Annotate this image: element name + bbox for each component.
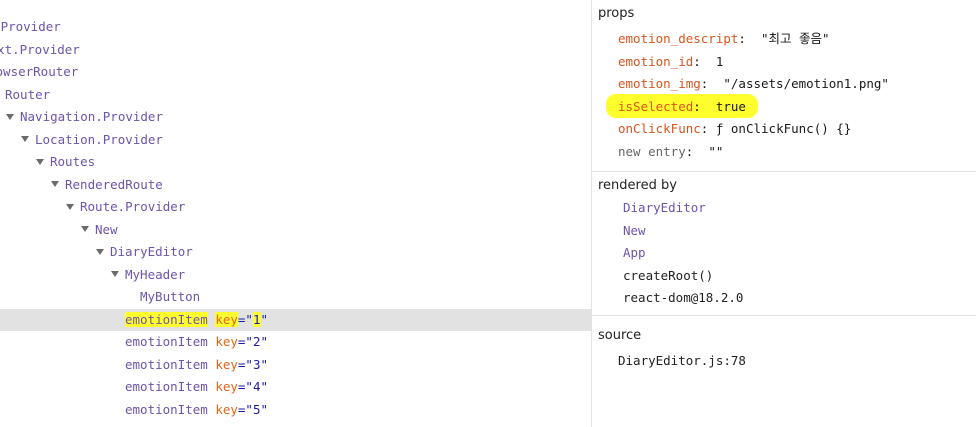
- component-name: emotionItem: [125, 334, 208, 349]
- tree-row[interactable]: DiaryEditor: [0, 241, 591, 264]
- expand-caret-icon[interactable]: [81, 226, 89, 232]
- tree-row[interactable]: emotionItem key="2": [0, 331, 591, 354]
- rendered-by-link[interactable]: DiaryEditor: [623, 197, 706, 220]
- new-entry-name: new entry: [618, 143, 686, 159]
- key-value: 3: [252, 356, 261, 372]
- component-name: RenderedRoute: [65, 176, 163, 192]
- prop-is-selected[interactable]: isSelected: true: [618, 96, 746, 119]
- prop-value[interactable]: true: [716, 99, 746, 114]
- key-value: 1: [252, 311, 261, 327]
- component-name: New: [95, 221, 118, 237]
- rendered-by-text: react-dom@18.2.0: [623, 290, 744, 305]
- tree-row[interactable]: Router: [0, 84, 591, 107]
- component-name: emotionItem: [125, 311, 208, 327]
- component-name: MyButton: [140, 289, 201, 304]
- rendered-by-link[interactable]: App: [623, 242, 646, 265]
- expand-caret-icon[interactable]: [96, 248, 104, 255]
- expand-caret-icon[interactable]: [111, 271, 119, 277]
- inspector-pane: props emotion_descript: "최고 좋음" emotion_…: [592, 0, 976, 427]
- expand-caret-icon[interactable]: [21, 136, 29, 142]
- prop-name: onClickFunc: [618, 121, 701, 136]
- rendered-by-link[interactable]: New: [623, 220, 646, 243]
- tree-row[interactable]: RenderedRoute: [0, 174, 591, 197]
- tree-row[interactable]: rowserRouter: [0, 61, 591, 84]
- source-title: source: [598, 328, 642, 343]
- prop-value[interactable]: 1: [716, 54, 724, 69]
- tree-row[interactable]: Route.Provider: [0, 196, 591, 219]
- prop-value[interactable]: "/assets/emotion1.png": [723, 76, 889, 91]
- component-tree: xt.Provider text.Provider rowserRouter Rout…: [0, 0, 591, 427]
- new-entry-row[interactable]: new entry: "": [618, 141, 723, 164]
- key-label: key: [215, 311, 238, 327]
- tree-row[interactable]: MyButton: [0, 286, 591, 309]
- section-divider: [592, 315, 976, 316]
- tree-row[interactable]: emotionItem key="3": [0, 354, 591, 377]
- prop-name: emotion_descript: [618, 31, 739, 46]
- component-name: emotionItem: [125, 401, 208, 417]
- expand-caret-icon[interactable]: [66, 203, 74, 210]
- tree-row[interactable]: New: [0, 219, 591, 242]
- prop-name: emotion_id: [618, 53, 694, 69]
- tree-row[interactable]: Navigation.Provider: [0, 106, 591, 129]
- component-name: Routes: [50, 154, 96, 169]
- prop-emotion-img[interactable]: emotion_img: "/assets/emotion1.png": [618, 73, 889, 96]
- tree-row[interactable]: xt.Provider: [0, 16, 591, 39]
- tree-row[interactable]: emotionItem key="1": [0, 308, 591, 331]
- component-name: Router: [5, 86, 51, 102]
- prop-name: isSelected: [618, 98, 694, 114]
- tree-row[interactable]: emotionItem key="5": [0, 399, 591, 422]
- component-name: xt.Provider: [0, 19, 61, 34]
- tree-row[interactable]: Routes: [0, 151, 591, 174]
- key-label: key: [215, 334, 238, 349]
- tree-row[interactable]: text.Provider: [0, 39, 591, 62]
- prop-name: emotion_img: [618, 76, 701, 91]
- props-title: props: [598, 6, 635, 21]
- rendered-by-title: rendered by: [598, 178, 677, 193]
- key-label: key: [215, 356, 238, 372]
- key-value: 5: [252, 401, 261, 417]
- key-value: 4: [252, 379, 261, 394]
- tree-row[interactable]: Location.Provider: [0, 129, 591, 152]
- component-name: Navigation.Provider: [20, 109, 163, 124]
- expand-caret-icon[interactable]: [51, 181, 59, 187]
- expand-caret-icon[interactable]: [36, 158, 44, 165]
- prop-emotion-descript[interactable]: emotion_descript: "최고 좋음": [618, 28, 830, 51]
- prop-value[interactable]: ƒ onClickFunc() {}: [716, 121, 851, 136]
- new-entry-value[interactable]: "": [708, 144, 723, 159]
- key-label: key: [215, 379, 238, 394]
- prop-emotion-id[interactable]: emotion_id: 1: [618, 51, 723, 74]
- component-name: rowserRouter: [0, 64, 79, 79]
- prop-value[interactable]: "최고 좋음": [761, 31, 830, 46]
- key-label: key: [215, 401, 238, 417]
- source-file[interactable]: DiaryEditor.js:78: [618, 350, 746, 373]
- tree-row[interactable]: MyHeader: [0, 264, 591, 287]
- component-name: MyHeader: [125, 266, 186, 282]
- component-name: text.Provider: [0, 41, 80, 57]
- section-divider: [592, 171, 976, 172]
- component-name: Route.Provider: [80, 199, 186, 214]
- rendered-by-text: createRoot(): [623, 267, 714, 283]
- component-name: emotionItem: [125, 356, 208, 372]
- expand-caret-icon[interactable]: [6, 113, 14, 120]
- key-value: 2: [252, 334, 261, 349]
- component-name: Location.Provider: [35, 131, 163, 147]
- component-name: emotionItem: [125, 379, 208, 394]
- component-name: DiaryEditor: [110, 244, 193, 259]
- tree-row[interactable]: emotionItem key="4": [0, 376, 591, 399]
- prop-on-click-func[interactable]: onClickFunc: ƒ onClickFunc() {}: [618, 118, 851, 141]
